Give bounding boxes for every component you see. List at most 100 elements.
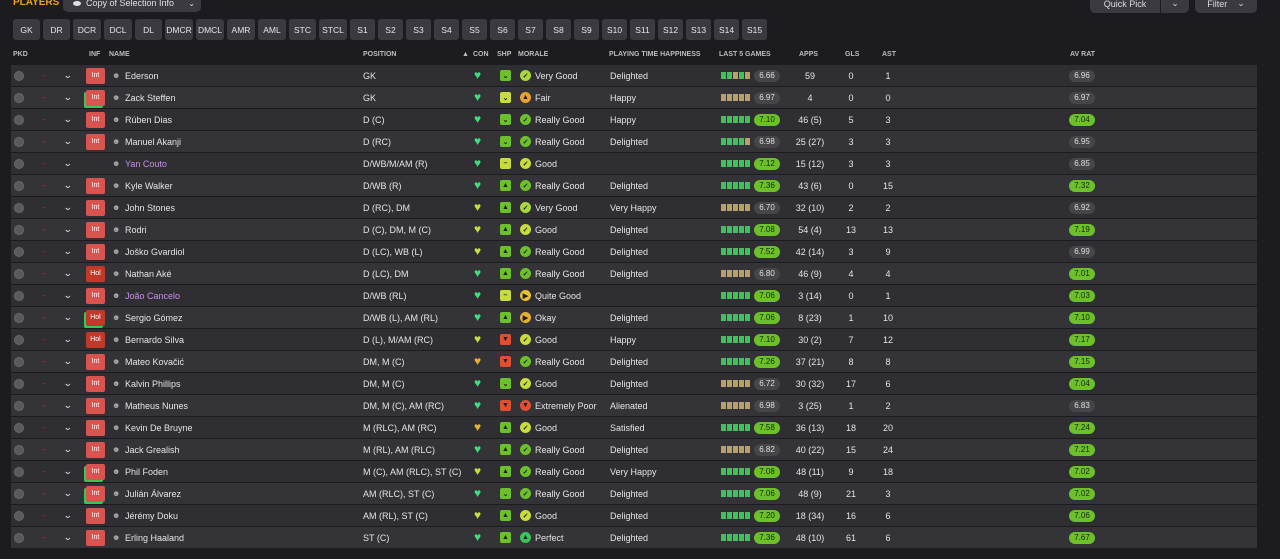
chevron-down-icon[interactable]: ⌄ (63, 158, 73, 169)
position-filter-s12[interactable]: S12 (658, 19, 683, 40)
view-dropdown[interactable]: Copy of Selection Info ⌄ (63, 0, 201, 12)
chevron-down-icon[interactable]: ⌄ (63, 92, 73, 103)
table-row[interactable]: - ⌄ Int ☻ Joško Gvardiol D (LC), WB (L) ♥ ▲ ✓ Rea… (11, 241, 1257, 263)
player-name[interactable]: Jack Grealish (125, 445, 180, 455)
col-apps[interactable]: APPS (799, 51, 818, 58)
picked-toggle[interactable] (14, 400, 24, 411)
chevron-down-icon[interactable]: ⌄ (63, 532, 73, 543)
col-inf[interactable]: INF (89, 51, 100, 58)
position-filter-dcl[interactable]: DCL (104, 19, 132, 40)
inf-badge[interactable]: Int (86, 441, 105, 458)
table-row[interactable]: - ⌄ Hol ☻ Sergio Gómez D/WB (L), AM (RL) ♥ ▲ ▶ Ok… (11, 307, 1257, 329)
position-filter-s15[interactable]: S15 (742, 19, 767, 40)
chevron-down-icon[interactable]: ⌄ (63, 312, 73, 323)
picked-toggle[interactable] (14, 334, 24, 345)
picked-toggle[interactable] (14, 510, 24, 521)
table-row[interactable]: - ⌄ Int ☻ Kyle Walker D/WB (R) ♥ ▲ ✓ Really Good D… (11, 175, 1257, 197)
inf-badge[interactable]: Int (86, 177, 105, 194)
col-shp[interactable]: SHP (497, 51, 511, 58)
inf-badge[interactable]: Int (86, 419, 105, 436)
player-name[interactable]: John Stones (125, 203, 175, 213)
col-av-rat[interactable]: AV RAT (1070, 51, 1095, 58)
quick-pick-dropdown[interactable]: ⌄ (1161, 0, 1189, 13)
picked-toggle[interactable] (14, 356, 24, 367)
player-name[interactable]: Phil Foden (125, 467, 168, 477)
inf-badge[interactable]: Int (86, 199, 105, 216)
filter-button[interactable]: Filter ⌄ (1195, 0, 1257, 13)
table-row[interactable]: - ⌄ Hol ☻ Nathan Aké D (LC), DM ♥ ▲ ✓ Really Good… (11, 263, 1257, 285)
player-name[interactable]: Jérémy Doku (125, 511, 178, 521)
picked-toggle[interactable] (14, 290, 24, 301)
picked-toggle[interactable] (14, 422, 24, 433)
table-row[interactable]: - ⌄ Int ☻ Kalvin Phillips DM, M (C) ♥ ⌄ ✓ Good Del… (11, 373, 1257, 395)
player-name[interactable]: Ederson (125, 71, 159, 81)
player-name[interactable]: Manuel Akanji (125, 137, 181, 147)
position-filter-dl[interactable]: DL (135, 19, 162, 40)
table-row[interactable]: - ⌄ Int ☻ Phil Foden M (C), AM (RLC), ST (C) ♥… (11, 461, 1257, 483)
position-filter-s4[interactable]: S4 (434, 19, 459, 40)
position-filter-s5[interactable]: S5 (462, 19, 487, 40)
inf-badge[interactable]: Hol (86, 265, 105, 282)
chevron-down-icon[interactable]: ⌄ (63, 136, 73, 147)
picked-toggle[interactable] (14, 92, 24, 103)
table-row[interactable]: - ⌄ Int ☻ Kevin De Bruyne M (RLC), AM (RC) ♥ ▲ ✓… (11, 417, 1257, 439)
inf-badge[interactable]: Int (86, 111, 105, 128)
position-filter-amr[interactable]: AMR (227, 19, 255, 40)
table-row[interactable]: - ⌄ Int ☻ Erling Haaland ST (C) ♥ ▲ ▲ Perfect Deli… (11, 527, 1257, 549)
position-filter-stc[interactable]: STC (289, 19, 316, 40)
picked-toggle[interactable] (14, 488, 24, 499)
position-filter-s2[interactable]: S2 (378, 19, 403, 40)
position-filter-s1[interactable]: S1 (350, 19, 375, 40)
position-filter-s10[interactable]: S10 (602, 19, 627, 40)
position-filter-s7[interactable]: S7 (518, 19, 543, 40)
chevron-down-icon[interactable]: ⌄ (63, 202, 73, 213)
chevron-down-icon[interactable]: ⌄ (63, 180, 73, 191)
chevron-down-icon[interactable]: ⌄ (63, 466, 73, 477)
quick-pick-button[interactable]: Quick Pick (1090, 0, 1160, 13)
chevron-down-icon[interactable]: ⌄ (63, 246, 73, 257)
position-filter-s11[interactable]: S11 (630, 19, 655, 40)
table-row[interactable]: - ⌄ Int ☻ Mateo Kovačić DM, M (C) ♥ ▼ ✓ Really Go… (11, 351, 1257, 373)
col-position[interactable]: POSITION (363, 51, 396, 58)
picked-toggle[interactable] (14, 114, 24, 125)
position-filter-s13[interactable]: S13 (686, 19, 711, 40)
player-name[interactable]: Bernardo Silva (125, 335, 184, 345)
table-row[interactable]: - ⌄ Int ☻ John Stones D (RC), DM ♥ ▲ ✓ Very Good V… (11, 197, 1257, 219)
col-ast[interactable]: AST (882, 51, 896, 58)
player-name[interactable]: Nathan Aké (125, 269, 172, 279)
inf-badge[interactable]: Int (86, 133, 105, 150)
picked-toggle[interactable] (14, 136, 24, 147)
position-filter-s14[interactable]: S14 (714, 19, 739, 40)
player-name[interactable]: Joško Gvardiol (125, 247, 185, 257)
player-name[interactable]: Matheus Nunes (125, 401, 188, 411)
chevron-down-icon[interactable]: ⌄ (63, 70, 73, 81)
player-name[interactable]: Erling Haaland (125, 533, 184, 543)
chevron-down-icon[interactable]: ⌄ (63, 378, 73, 389)
position-filter-aml[interactable]: AML (258, 19, 286, 40)
picked-toggle[interactable] (14, 444, 24, 455)
table-row[interactable]: - ⌄ Int ☻ Rúben Dias D (C) ♥ ⌄ ✓ Really Good Happy… (11, 109, 1257, 131)
player-name[interactable]: Sergio Gómez (125, 313, 183, 323)
inf-badge[interactable]: Int (86, 89, 105, 106)
player-name[interactable]: Kyle Walker (125, 181, 173, 191)
picked-toggle[interactable] (14, 312, 24, 323)
table-row[interactable]: - ⌄ Int ☻ Rodri D (C), DM, M (C) ♥ ▲ ✓ Good Deligh… (11, 219, 1257, 241)
inf-badge[interactable]: Int (86, 507, 105, 524)
position-filter-s6[interactable]: S6 (490, 19, 515, 40)
col-gls[interactable]: GLS (845, 51, 859, 58)
inf-badge[interactable]: Int (86, 375, 105, 392)
chevron-down-icon[interactable]: ⌄ (63, 356, 73, 367)
table-row[interactable]: - ⌄ Int ☻ João Cancelo D/WB (RL) ♥ – ▶ Quite Good… (11, 285, 1257, 307)
table-row[interactable]: - ⌄ ☻ Yan Couto D/WB/M/AM (R) ♥ – ✓ Good 7.12 15 (… (11, 153, 1257, 175)
table-row[interactable]: - ⌄ Int ☻ Matheus Nunes DM, M (C), AM (RC) ♥ ▼ ▼… (11, 395, 1257, 417)
player-name[interactable]: Zack Steffen (125, 93, 175, 103)
inf-badge[interactable]: Hol (86, 309, 105, 326)
position-filter-s3[interactable]: S3 (406, 19, 431, 40)
inf-badge[interactable]: Int (86, 529, 105, 546)
col-last-5-games[interactable]: LAST 5 GAMES (719, 51, 771, 58)
col-con[interactable]: CON (473, 51, 489, 58)
chevron-down-icon[interactable]: ⌄ (63, 334, 73, 345)
chevron-down-icon[interactable]: ⌄ (63, 510, 73, 521)
chevron-down-icon[interactable]: ⌄ (63, 114, 73, 125)
inf-badge[interactable]: Hol (86, 331, 105, 348)
